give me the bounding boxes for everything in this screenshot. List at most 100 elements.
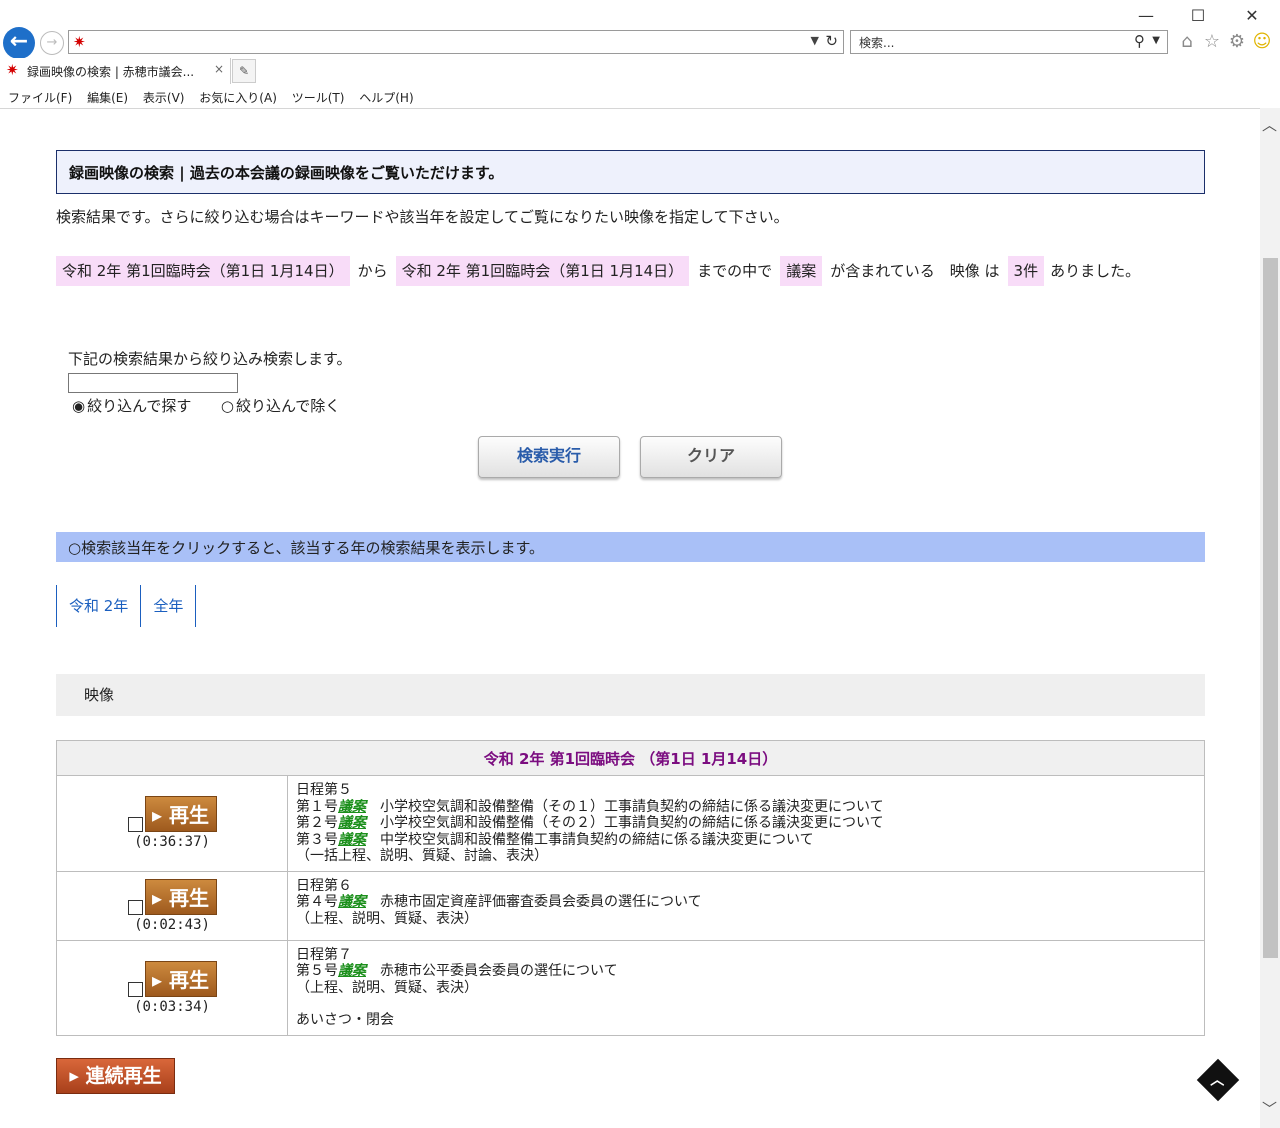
agenda-line: あいさつ・閉会 (296, 1012, 1196, 1029)
agenda-line-pre: 第５号 (296, 963, 338, 979)
play-cell: ▸ 再生 (0:36:37) (56, 775, 288, 872)
play-button[interactable]: ▸ 再生 (144, 960, 217, 997)
search-icon[interactable]: ⚲ (1134, 32, 1145, 50)
duration-text: (0:02:43) (134, 916, 210, 933)
browser-tab[interactable]: ✷ 録画映像の検索 | 赤穂市議会... × (0, 58, 231, 84)
condition-count: 3件 (1007, 256, 1045, 286)
condition-keyword: 議案 (780, 256, 823, 286)
agenda-line-text: 中学校空気調和設備整備工事請負契約の締結に係る議決変更について (366, 831, 814, 848)
search-condition: 令和 2年 第1回臨時会（第1日 1月14日） から 令和 2年 第1回臨時会（第1… (56, 255, 1206, 287)
narrow-mode-radios: ◉ 絞り込んで探す ○ 絞り込んで除く (72, 395, 340, 416)
scroll-up-chevron-icon[interactable]: ︿ (1262, 114, 1277, 135)
back-arrow-icon[interactable]: ← (3, 27, 35, 59)
agenda-line: 日程第５ (296, 782, 1196, 799)
year-tab-reiwa2[interactable]: 令和 2年 (56, 585, 142, 627)
play-button[interactable]: ▸ 再生 (144, 878, 217, 915)
play-label[interactable]: 再生 (169, 803, 209, 827)
refresh-icon[interactable]: ↻ (825, 32, 838, 50)
back-to-top-button[interactable]: ︿ (1196, 1058, 1240, 1102)
agenda-line: （一括上程、説明、質疑、討論、表決） (296, 848, 1196, 865)
narrow-search: 下記の検索結果から絞り込み検索します。 (68, 348, 352, 393)
bill-tag-link[interactable]: 議案 (338, 799, 366, 815)
site-favicon-icon: ✷ (6, 61, 19, 79)
agenda-line-text: 赤穂市固定資産評価審査委員会委員の選任について (366, 894, 702, 910)
agenda-line-pre: 日程第７ (296, 946, 352, 963)
bill-tag-link[interactable]: 議案 (338, 832, 366, 848)
close-window-button[interactable]: ✕ (1240, 6, 1264, 25)
menu-favorites[interactable]: お気に入り(A) (199, 91, 277, 105)
agenda-line: 第２号議案 小学校空気調和設備整備（その２）工事請負契約の締結に係る議決変更につ… (296, 815, 1196, 832)
select-checkbox[interactable] (127, 981, 143, 997)
agenda-line-pre: あいさつ・閉会 (296, 1012, 394, 1028)
radio-include-label[interactable]: 絞り込んで探す (87, 397, 191, 415)
select-checkbox[interactable] (127, 899, 143, 915)
agenda-line: 第３号議案 中学校空気調和設備整備工事請負契約の締結に係る議決変更について (296, 832, 1196, 849)
year-tab-all[interactable]: 全年 (140, 585, 197, 627)
year-note: ○検索該当年をクリックすると、該当する年の検索結果を表示します。 (56, 532, 1205, 562)
address-bar[interactable]: ✷ ▼ ↻ (68, 30, 844, 54)
play-button[interactable]: ▸ 再生 (144, 796, 217, 833)
browser-chrome: — ☐ ✕ ← → ✷ ▼ ↻ ⚲ ▼ ⌂ ☆ ⚙ ☺ ✷ 録画映像の検索 | … (0, 0, 1280, 109)
favorites-star-icon[interactable]: ☆ (1201, 31, 1223, 52)
narrow-keyword-input[interactable] (68, 373, 238, 393)
chevron-down-icon[interactable]: ▼ (811, 34, 819, 47)
maximize-button[interactable]: ☐ (1186, 6, 1210, 25)
smiley-feedback-icon[interactable]: ☺ (1251, 31, 1273, 52)
condition-from-sep: から (357, 262, 388, 280)
condition-tail: ありました。 (1050, 262, 1141, 280)
browser-search-box[interactable]: ⚲ ▼ (850, 30, 1168, 54)
menu-edit[interactable]: 編集(E) (87, 91, 128, 105)
radio-include[interactable]: ◉ (72, 397, 85, 415)
video-section-heading: 映像 (56, 674, 1205, 716)
agenda-line: 日程第７ (296, 947, 1196, 964)
scrollbar-thumb[interactable] (1263, 258, 1278, 958)
radio-exclude[interactable]: ○ (221, 397, 234, 415)
condition-to-sep: までの中で (697, 262, 773, 280)
chevron-up-icon[interactable]: ︿ (1210, 1069, 1224, 1089)
site-favicon-icon: ✷ (73, 33, 86, 51)
menu-tools[interactable]: ツール(T) (292, 91, 345, 105)
bill-tag-link[interactable]: 議案 (338, 815, 366, 831)
continuous-play-label[interactable]: 連続再生 (86, 1065, 162, 1087)
narrow-search-label: 下記の検索結果から絞り込み検索します。 (68, 350, 352, 368)
new-tab-icon[interactable]: ✎ (232, 59, 256, 83)
table-row: ▸ 再生 (0:36:37) 日程第５ 第１号議案 小学校空気調和設備整備（その１）工… (56, 775, 1205, 872)
menu-help[interactable]: ヘルプ(H) (359, 91, 413, 105)
intro-text: 検索結果です。さらに絞り込む場合はキーワードや該当年を設定してご覧になりたい映像… (56, 208, 789, 226)
agenda-line-pre: （上程、説明、質疑、表決） (296, 979, 478, 996)
agenda-line-pre: 日程第６ (296, 877, 352, 894)
scroll-down-chevron-icon[interactable]: ﹀ (1262, 1098, 1277, 1119)
minimize-button[interactable]: — (1134, 6, 1158, 25)
agenda-line-text: 小学校空気調和設備整備（その２）工事請負契約の締結に係る議決変更について (366, 815, 884, 831)
agenda-line: （上程、説明、質疑、表決） (296, 980, 1196, 997)
home-icon[interactable]: ⌂ (1176, 31, 1198, 52)
menu-view[interactable]: 表示(V) (143, 91, 185, 105)
menu-file[interactable]: ファイル(F) (8, 91, 72, 105)
duration-text: (0:03:34) (134, 998, 210, 1015)
session-title: 令和 2年 第1回臨時会 （第1日 1月14日） (56, 740, 1205, 776)
condition-from: 令和 2年 第1回臨時会（第1日 1月14日） (56, 256, 350, 286)
agenda-line-pre: 第２号 (296, 815, 338, 831)
tab-close-icon[interactable]: × (214, 62, 224, 76)
play-label[interactable]: 再生 (169, 968, 209, 992)
table-row: ▸ 再生 (0:02:43) 日程第６ 第４号議案 赤穂市固定資産評価審査委員会委員の… (56, 870, 1205, 941)
play-label[interactable]: 再生 (169, 886, 209, 910)
agenda-line-pre: 第１号 (296, 798, 338, 815)
bill-tag-link[interactable]: 議案 (338, 963, 366, 979)
forward-arrow-icon[interactable]: → (40, 31, 64, 55)
agenda-line: （上程、説明、質疑、表決） (296, 911, 1196, 928)
chevron-down-icon[interactable]: ▼ (1152, 35, 1160, 46)
tab-title: 録画映像の検索 | 赤穂市議会... (27, 65, 195, 79)
continuous-play-button[interactable]: ▸ 連続再生 (56, 1058, 175, 1094)
clear-button[interactable]: クリア (640, 436, 782, 478)
browser-search-input[interactable] (857, 34, 1121, 52)
agenda-line: 第１号議案 小学校空気調和設備整備（その１）工事請負契約の締結に係る議決変更につ… (296, 799, 1196, 816)
select-checkbox[interactable] (127, 817, 143, 833)
radio-exclude-label[interactable]: 絞り込んで除く (236, 397, 340, 415)
play-cell: ▸ 再生 (0:03:34) (56, 939, 288, 1036)
agenda-cell: 日程第５ 第１号議案 小学校空気調和設備整備（その１）工事請負契約の締結に係る議決… (287, 775, 1205, 872)
search-execute-button[interactable]: 検索実行 (478, 436, 620, 478)
gear-icon[interactable]: ⚙ (1226, 31, 1248, 52)
table-row: ▸ 再生 (0:03:34) 日程第７ 第５号議案 赤穂市公平委員会委員の選任について… (56, 939, 1205, 1036)
bill-tag-link[interactable]: 議案 (338, 894, 366, 910)
